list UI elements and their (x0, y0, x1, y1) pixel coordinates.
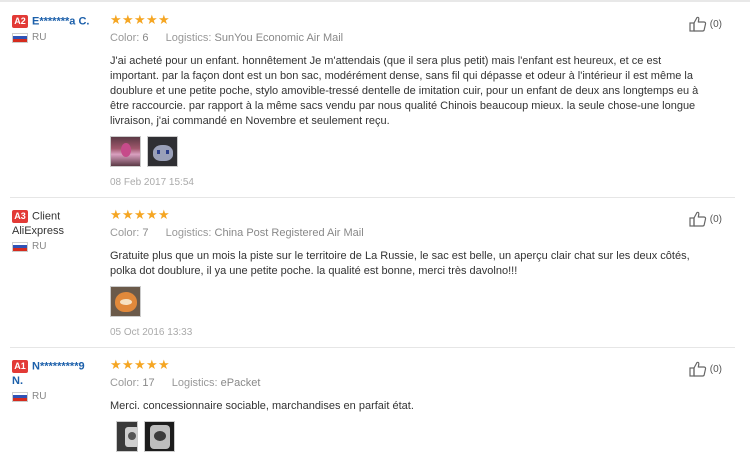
review-photo-thumbnail[interactable] (110, 136, 141, 167)
star-rating: ★★★★★ (110, 207, 720, 222)
top-divider (0, 0, 750, 2)
color-value: 17 (142, 377, 155, 389)
reviewer-country: RU (12, 391, 104, 402)
review-photo-thumbnail[interactable] (116, 421, 138, 452)
thumbs-up-icon[interactable] (689, 16, 707, 32)
reviewer-info: A3 Client AliExpress RU (12, 209, 104, 252)
color-label: Color: (110, 227, 140, 239)
review-date: 05 Oct 2016 13:33 (110, 327, 193, 338)
review-photo-thumbnail[interactable] (147, 136, 178, 167)
logistics-value: ePacket (220, 377, 261, 389)
country-code: RU (32, 241, 47, 253)
review-content: ★★★★★ Color: 7 Logistics: China Post Reg… (110, 207, 720, 338)
russia-flag-icon (12, 391, 28, 402)
review-divider (10, 347, 735, 348)
review-content: ★★★★★ Color: 6 Logistics: SunYou Economi… (110, 12, 720, 188)
review-text: J'ai acheté pour un enfant. honnêtement … (110, 55, 699, 127)
level-badge: A2 (12, 15, 28, 29)
star-icon: ★ (122, 357, 134, 372)
logistics-value: China Post Registered Air Mail (214, 227, 364, 239)
review-text: Merci. concessionnaire sociable, marchan… (110, 400, 414, 412)
review-divider (10, 197, 735, 198)
review-meta: Color: 17 Logistics: ePacket (110, 377, 720, 391)
thumbs-up-icon[interactable] (689, 211, 707, 227)
reviewer-country: RU (12, 241, 104, 252)
reviewer-name-continued: AliExpress (12, 225, 64, 238)
review-photo-thumbnail[interactable] (110, 286, 141, 317)
country-code: RU (32, 32, 47, 44)
helpful-vote[interactable]: (0) (689, 16, 722, 32)
level-badge: A3 (12, 210, 28, 224)
reviewer-info: A2 E*******a C. RU (12, 14, 104, 43)
review-date: 08 Feb 2017 15:54 (110, 177, 194, 188)
star-icon: ★ (146, 207, 158, 222)
review-photo-thumbnail[interactable] (144, 421, 175, 452)
helpful-vote[interactable]: (0) (689, 211, 722, 227)
review-content: ★★★★★ Color: 17 Logistics: ePacket Merci… (110, 357, 720, 452)
star-icon: ★ (122, 12, 134, 27)
thumbs-up-icon[interactable] (689, 361, 707, 377)
star-icon: ★ (110, 357, 122, 372)
star-icon: ★ (146, 12, 158, 27)
star-rating: ★★★★★ (110, 12, 720, 27)
logistics-label: Logistics: (165, 227, 212, 239)
star-icon: ★ (134, 207, 146, 222)
color-label: Color: (110, 377, 140, 389)
color-value: 6 (142, 32, 149, 44)
logistics-label: Logistics: (171, 377, 218, 389)
review-photos (110, 136, 720, 167)
star-icon: ★ (158, 12, 170, 27)
star-icon: ★ (110, 207, 122, 222)
helpful-count: (0) (709, 213, 722, 225)
color-label: Color: (110, 32, 140, 44)
reviewer-name[interactable]: E*******a C. (32, 15, 89, 27)
star-icon: ★ (110, 12, 122, 27)
reviewer-name[interactable]: N*********9 (32, 360, 85, 372)
review-meta: Color: 7 Logistics: China Post Registere… (110, 227, 720, 241)
star-icon: ★ (134, 357, 146, 372)
color-value: 7 (142, 227, 149, 239)
review-photos (116, 421, 720, 452)
review-photos (110, 286, 720, 317)
reviewer-info: A1 N*********9 N. RU (12, 359, 104, 402)
logistics-value: SunYou Economic Air Mail (214, 32, 344, 44)
helpful-count: (0) (709, 18, 722, 30)
russia-flag-icon (12, 32, 28, 43)
star-icon: ★ (122, 207, 134, 222)
country-code: RU (32, 391, 47, 403)
helpful-vote[interactable]: (0) (689, 361, 722, 377)
review-text: Gratuite plus que un mois la piste sur l… (110, 250, 690, 277)
review-meta: Color: 6 Logistics: SunYou Economic Air … (110, 32, 720, 46)
reviewer-name[interactable]: Client (32, 210, 60, 222)
reviewer-name-continued[interactable]: N. (12, 374, 104, 388)
reviewer-country: RU (12, 32, 104, 43)
russia-flag-icon (12, 241, 28, 252)
level-badge: A1 (12, 360, 28, 374)
helpful-count: (0) (709, 363, 722, 375)
star-icon: ★ (158, 357, 170, 372)
star-rating: ★★★★★ (110, 357, 720, 372)
logistics-label: Logistics: (165, 32, 212, 44)
star-icon: ★ (134, 12, 146, 27)
star-icon: ★ (146, 357, 158, 372)
star-icon: ★ (158, 207, 170, 222)
